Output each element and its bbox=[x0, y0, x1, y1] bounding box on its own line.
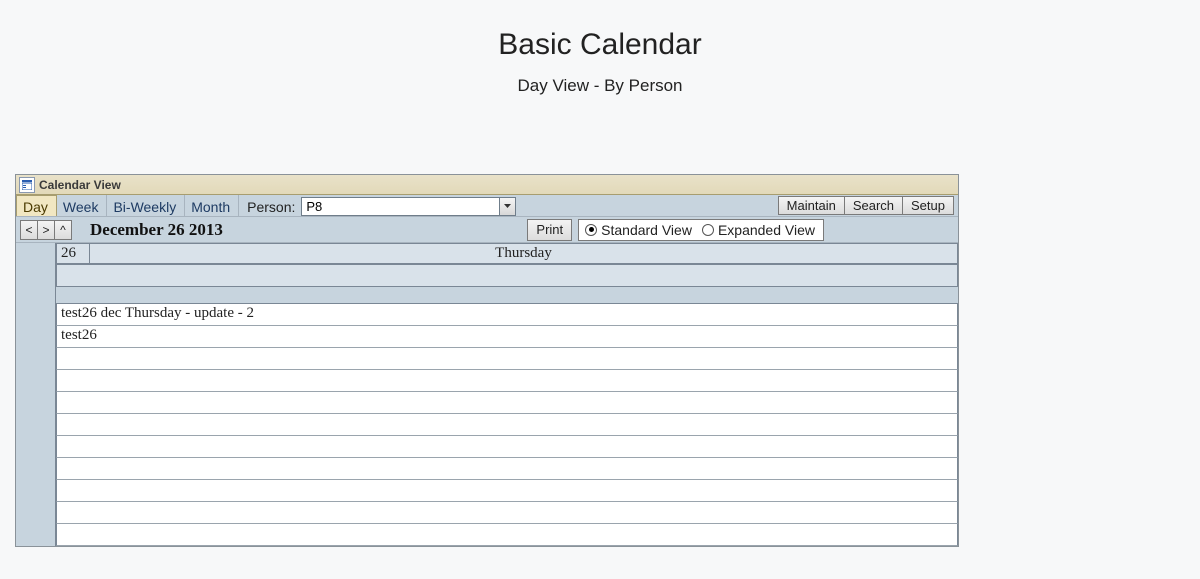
entries-gutter bbox=[16, 287, 56, 546]
empty-slot[interactable] bbox=[56, 480, 958, 502]
empty-slot[interactable] bbox=[56, 414, 958, 436]
up-button[interactable]: ^ bbox=[54, 220, 72, 240]
time-gutter bbox=[16, 243, 56, 287]
chevron-down-icon bbox=[504, 204, 511, 208]
empty-slot[interactable] bbox=[56, 502, 958, 524]
print-button[interactable]: Print bbox=[527, 219, 572, 241]
form-icon bbox=[19, 177, 35, 193]
tab-biweekly[interactable]: Bi-Weekly bbox=[107, 195, 185, 216]
person-combo[interactable] bbox=[301, 196, 516, 216]
day-number: 26 bbox=[56, 243, 90, 264]
window-titlebar: Calendar View bbox=[16, 175, 958, 195]
page-title: Basic Calendar bbox=[0, 28, 1200, 62]
person-dropdown-button[interactable] bbox=[499, 197, 516, 216]
expanded-view-radio[interactable]: Expanded View bbox=[702, 222, 815, 238]
empty-slot[interactable] bbox=[56, 524, 958, 546]
day-name: Thursday bbox=[90, 243, 958, 264]
entries-list: test26 dec Thursday - update - 2test26 bbox=[56, 303, 958, 546]
expanded-view-label: Expanded View bbox=[718, 222, 815, 238]
date-nav: < > ^ bbox=[20, 220, 72, 240]
tab-week[interactable]: Week bbox=[57, 195, 108, 216]
calendar-window: Calendar View Day Week Bi-Weekly Month P… bbox=[15, 174, 959, 547]
radio-icon bbox=[585, 224, 597, 236]
next-button[interactable]: > bbox=[37, 220, 55, 240]
setup-button[interactable]: Setup bbox=[902, 196, 954, 215]
day-header: 26 Thursday bbox=[56, 243, 958, 265]
tab-day[interactable]: Day bbox=[16, 195, 57, 216]
person-input[interactable] bbox=[301, 197, 499, 216]
window-title: Calendar View bbox=[39, 178, 121, 192]
page-header: Basic Calendar Day View - By Person bbox=[0, 0, 1200, 96]
all-day-row[interactable] bbox=[56, 265, 958, 287]
empty-slot[interactable] bbox=[56, 436, 958, 458]
view-tabstrip: Day Week Bi-Weekly Month Person: Maintai… bbox=[16, 195, 958, 217]
toolbar-right: Maintain Search Setup bbox=[779, 195, 958, 216]
standard-view-label: Standard View bbox=[601, 222, 692, 238]
empty-slot[interactable] bbox=[56, 392, 958, 414]
calendar-entry[interactable]: test26 dec Thursday - update - 2 bbox=[56, 304, 958, 326]
maintain-button[interactable]: Maintain bbox=[778, 196, 845, 215]
day-header-row: 26 Thursday bbox=[16, 243, 958, 287]
person-label: Person: bbox=[239, 195, 301, 216]
search-button[interactable]: Search bbox=[844, 196, 903, 215]
entries-area: test26 dec Thursday - update - 2test26 bbox=[16, 287, 958, 546]
standard-view-radio[interactable]: Standard View bbox=[585, 222, 692, 238]
view-option-group: Standard View Expanded View bbox=[578, 219, 824, 241]
radio-icon bbox=[702, 224, 714, 236]
nav-row: < > ^ December 26 2013 Print Standard Vi… bbox=[16, 217, 958, 243]
empty-slot[interactable] bbox=[56, 458, 958, 480]
prev-button[interactable]: < bbox=[20, 220, 38, 240]
tab-month[interactable]: Month bbox=[185, 195, 239, 216]
page-subtitle: Day View - By Person bbox=[0, 76, 1200, 96]
calendar-entry[interactable]: test26 bbox=[56, 326, 958, 348]
current-date: December 26 2013 bbox=[90, 220, 223, 240]
empty-slot[interactable] bbox=[56, 370, 958, 392]
empty-slot[interactable] bbox=[56, 348, 958, 370]
spacer-row bbox=[56, 287, 958, 303]
